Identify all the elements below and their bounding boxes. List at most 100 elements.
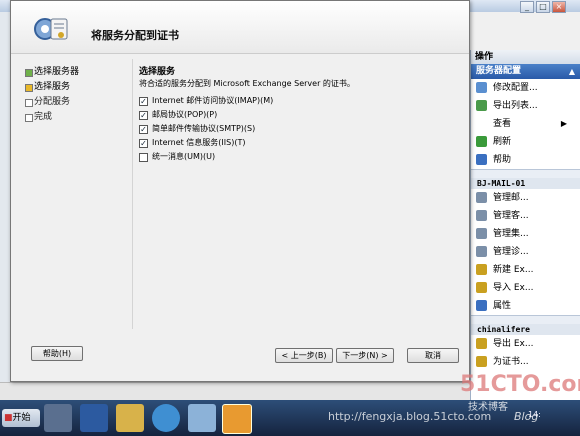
- server-manager-icon[interactable]: [44, 404, 72, 432]
- import-cert-icon: [476, 282, 487, 293]
- action-label: 管理邮...: [493, 193, 529, 203]
- edit-config-icon: [476, 82, 487, 93]
- action-label: 刷新: [493, 137, 512, 147]
- internet-explorer-icon[interactable]: [152, 404, 180, 432]
- exchange-console-icon[interactable]: [222, 404, 252, 434]
- help-button[interactable]: 帮助(H): [31, 346, 83, 361]
- service-list: ✓ Internet 邮件访问协议(IMAP)(M) ✓ 邮局协议(POP)(P) ✓ 简…: [139, 95, 459, 163]
- close-button[interactable]: ×: [552, 1, 566, 13]
- assign-cert-icon: [476, 356, 487, 367]
- minimize-button[interactable]: _: [520, 1, 534, 13]
- action-item[interactable]: 修改配置...: [471, 79, 580, 97]
- service-label: Internet 邮件访问协议(IMAP)(M): [152, 96, 274, 105]
- action-label: 导出 Ex...: [493, 339, 534, 349]
- step-status-icon: [25, 84, 33, 92]
- action-item[interactable]: 导出列表...: [471, 97, 580, 115]
- start-label: 开始: [12, 413, 31, 423]
- action-item[interactable]: 属性: [471, 297, 580, 315]
- next-button[interactable]: 下一步(N) >: [336, 348, 394, 363]
- service-option[interactable]: ✓ 简单邮件传输协议(SMTP)(S): [139, 123, 459, 135]
- wizard-title: 将服务分配到证书: [91, 29, 179, 42]
- step-label: 选择服务: [34, 82, 71, 92]
- collapse-arrow-icon[interactable]: ▲: [569, 64, 575, 79]
- notepad-icon[interactable]: [188, 404, 216, 432]
- action-item[interactable]: 管理邮...: [471, 189, 580, 207]
- action-label: 管理集...: [493, 229, 529, 239]
- checkbox-checked-icon[interactable]: ✓: [139, 139, 148, 148]
- wizard-step: 选择服务: [25, 80, 135, 95]
- checkbox-checked-icon[interactable]: ✓: [139, 97, 148, 106]
- service-option[interactable]: ✓ Internet 信息服务(IIS)(T): [139, 137, 459, 149]
- action-item[interactable]: 刷新: [471, 133, 580, 151]
- action-item[interactable]: 管理诊...: [471, 243, 580, 261]
- watermark-blog: Blog: [514, 410, 539, 423]
- action-item[interactable]: 管理客...: [471, 207, 580, 225]
- action-item[interactable]: 导出 Ex...: [471, 335, 580, 353]
- wizard-dialog: 将服务分配到证书 选择服务器 选择服务 分配服务 完成 选择服务 将合适的服务分配到 …: [10, 0, 470, 382]
- action-label: 属性: [493, 301, 512, 311]
- cancel-button[interactable]: 取消: [407, 348, 459, 363]
- step-status-icon: [25, 99, 33, 107]
- properties-icon: [476, 300, 487, 311]
- section-description: 将合适的服务分配到 Microsoft Exchange Server 的证书。: [139, 79, 355, 88]
- start-button[interactable]: ■开始: [2, 409, 40, 427]
- action-item[interactable]: 管理集...: [471, 225, 580, 243]
- wizard-steps: 选择服务器 选择服务 分配服务 完成: [25, 65, 135, 125]
- certificate-group-header[interactable]: chinalifere: [471, 324, 580, 335]
- action-item[interactable]: 帮助: [471, 151, 580, 169]
- service-option[interactable]: ✓ Internet 邮件访问协议(IMAP)(M): [139, 95, 459, 107]
- service-label: 统一消息(UM)(U): [152, 152, 216, 161]
- submenu-arrow-icon: ▶: [560, 119, 567, 128]
- server-group-header[interactable]: BJ-MAIL-01: [471, 178, 580, 189]
- wizard-step: 分配服务: [25, 95, 135, 110]
- actions-separator: [471, 315, 580, 324]
- manage-diag-icon: [476, 246, 487, 257]
- watermark-url: http://fengxja.blog.51cto.com: [328, 410, 492, 423]
- action-item[interactable]: 新建 Ex...: [471, 261, 580, 279]
- checkbox-checked-icon[interactable]: ✓: [139, 125, 148, 134]
- service-label: Internet 信息服务(IIS)(T): [152, 138, 246, 147]
- powershell-icon[interactable]: [80, 404, 108, 432]
- action-label: 修改配置...: [493, 83, 538, 93]
- actions-header: 操作: [471, 50, 580, 64]
- step-label: 分配服务: [34, 97, 71, 107]
- service-label: 简单邮件传输协议(SMTP)(S): [152, 124, 256, 133]
- step-status-icon: [25, 69, 33, 77]
- manage-hub-icon: [476, 228, 487, 239]
- action-item[interactable]: 查看 ▶: [471, 115, 580, 133]
- wizard-step: 选择服务器: [25, 65, 135, 80]
- maximize-button[interactable]: □: [536, 1, 550, 13]
- manage-mail-icon: [476, 192, 487, 203]
- explorer-icon[interactable]: [116, 404, 144, 432]
- refresh-icon: [476, 136, 487, 147]
- action-item[interactable]: 为证书...: [471, 353, 580, 371]
- action-label: 导入 Ex...: [493, 283, 534, 293]
- step-status-icon: [25, 114, 33, 122]
- service-option[interactable]: ✓ 邮局协议(POP)(P): [139, 109, 459, 121]
- wizard-header: 将服务分配到证书: [11, 1, 469, 54]
- wizard-divider: [132, 59, 133, 329]
- actions-section-label: 服务器配置: [476, 66, 522, 76]
- service-label: 邮局协议(POP)(P): [152, 110, 218, 119]
- checkbox-checked-icon[interactable]: ✓: [139, 111, 148, 120]
- action-label: 导出列表...: [493, 101, 538, 111]
- action-item[interactable]: 导入 Ex...: [471, 279, 580, 297]
- action-label: 新建 Ex...: [493, 265, 534, 275]
- watermark-logo: 51CTO.com: [460, 372, 580, 397]
- service-option[interactable]: 统一消息(UM)(U): [139, 151, 459, 163]
- wizard-content: 选择服务 将合适的服务分配到 Microsoft Exchange Server…: [139, 63, 459, 165]
- actions-section-server-config[interactable]: 服务器配置 ▲: [471, 64, 580, 79]
- help-icon: [476, 154, 487, 165]
- export-cert-icon: [476, 338, 487, 349]
- action-label: 查看: [493, 119, 512, 129]
- manage-client-icon: [476, 210, 487, 221]
- windows-logo-icon: ■: [4, 413, 13, 423]
- actions-separator: [471, 169, 580, 178]
- checkbox-empty-icon[interactable]: [139, 153, 148, 162]
- step-label: 选择服务器: [34, 67, 80, 77]
- status-bar: [0, 382, 470, 401]
- export-list-icon: [476, 100, 487, 111]
- section-title: 选择服务: [139, 67, 176, 77]
- action-label: 帮助: [493, 155, 512, 165]
- back-button[interactable]: < 上一步(B): [275, 348, 333, 363]
